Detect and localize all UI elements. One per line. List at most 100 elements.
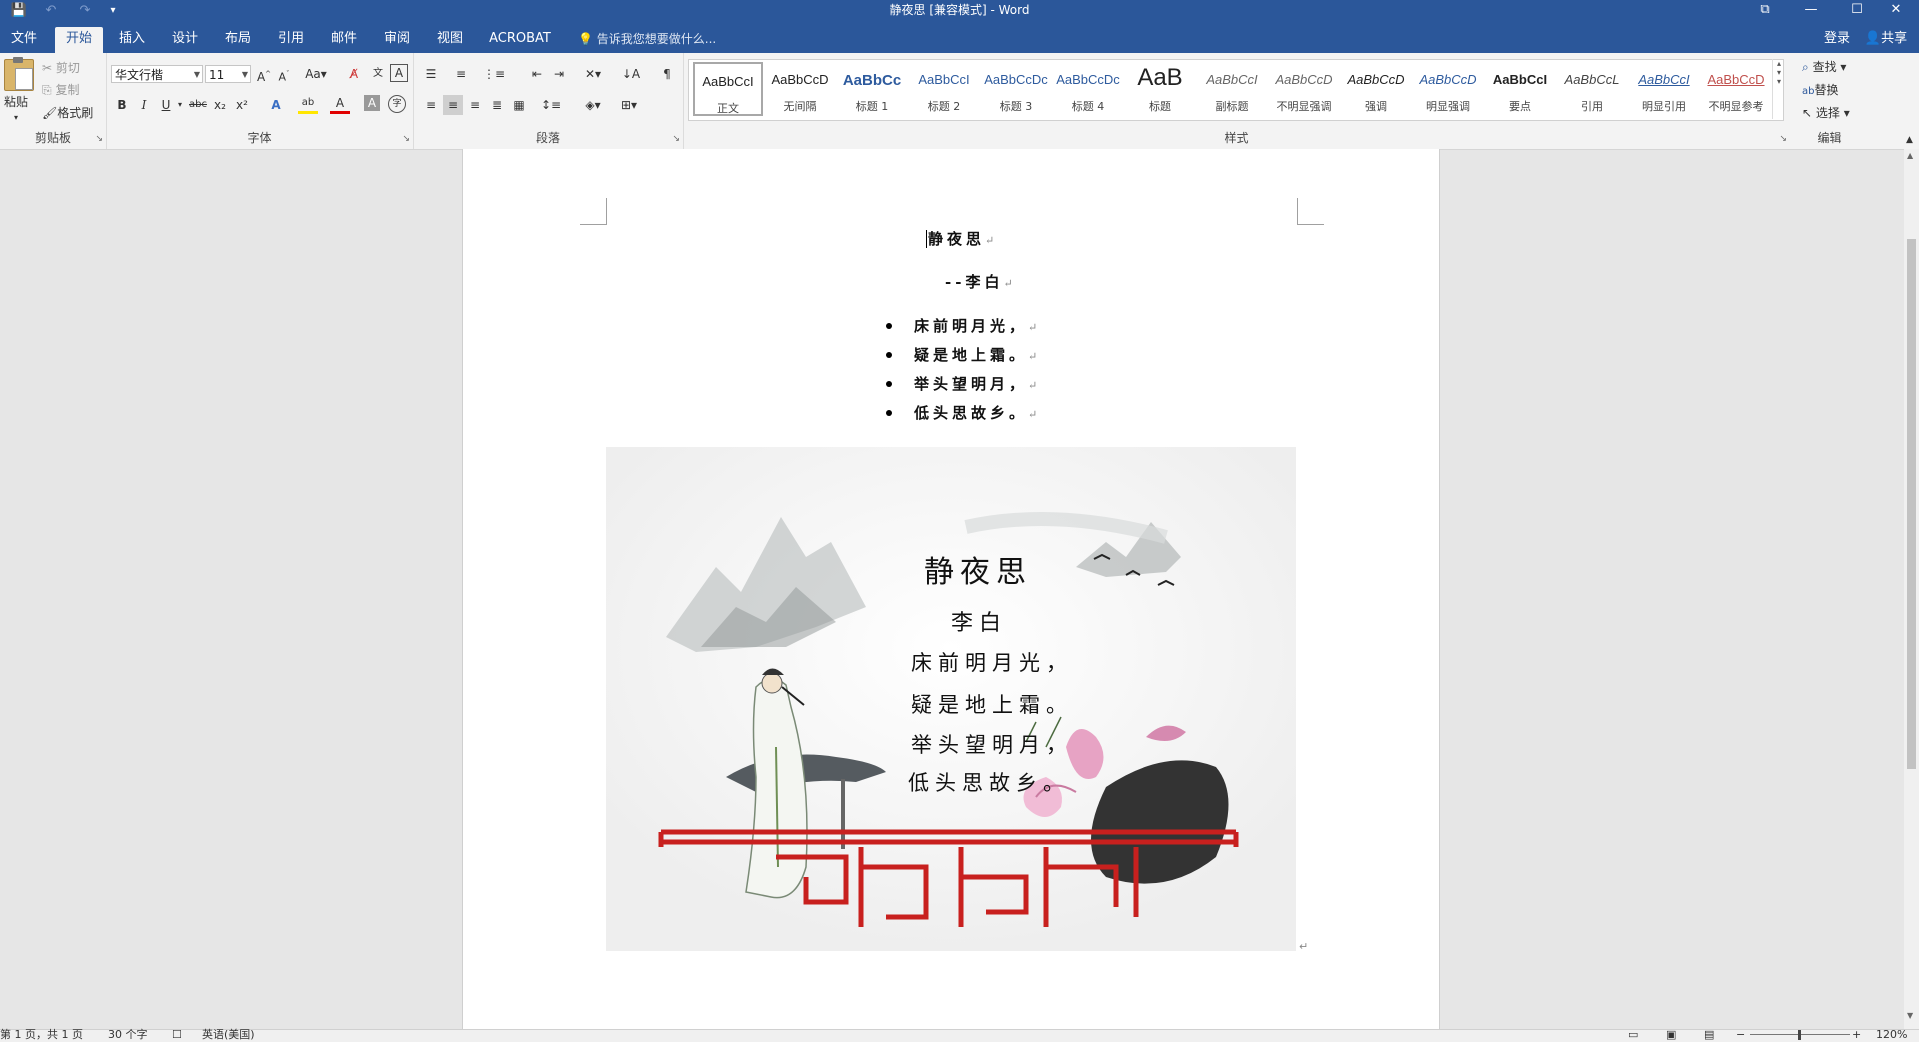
- italic-button[interactable]: I: [134, 95, 154, 115]
- shrink-font-button[interactable]: Aˇ: [274, 64, 294, 84]
- ribbon-display-icon[interactable]: ⧉: [1742, 0, 1788, 22]
- doc-author[interactable]: --李白↵: [945, 271, 1013, 292]
- tab-layout[interactable]: 布局: [218, 27, 258, 53]
- distributed-icon[interactable]: ▦: [509, 95, 529, 115]
- tab-mailings[interactable]: 邮件: [324, 27, 364, 53]
- style-item[interactable]: AaBbCcD 强调: [1341, 62, 1411, 116]
- style-item[interactable]: AaBbCcL 引用: [1557, 62, 1627, 116]
- bullets-icon[interactable]: ☰: [421, 64, 441, 84]
- tab-design[interactable]: 设计: [165, 27, 205, 53]
- font-name-combo[interactable]: 华文行楷 ▼: [111, 65, 203, 83]
- bold-button[interactable]: B: [112, 95, 132, 115]
- style-item[interactable]: AaBbCcD 无间隔: [765, 62, 835, 116]
- zoom-level[interactable]: 120%: [1876, 1028, 1907, 1042]
- tab-acrobat[interactable]: ACROBAT: [484, 27, 556, 53]
- style-item[interactable]: AaBbCc 标题 1: [837, 62, 907, 116]
- text-effects-button[interactable]: A: [266, 95, 286, 115]
- tab-review[interactable]: 审阅: [377, 27, 417, 53]
- multilevel-list-icon[interactable]: ⋮≡: [483, 64, 505, 84]
- proofing-icon[interactable]: ☐: [172, 1028, 182, 1042]
- subscript-button[interactable]: x₂: [210, 95, 230, 115]
- zoom-slider-thumb[interactable]: [1798, 1030, 1801, 1040]
- borders-icon[interactable]: ⊞▾: [619, 95, 639, 115]
- styles-launcher-icon[interactable]: ↘: [1779, 134, 1787, 144]
- select-button[interactable]: ↖ 选择 ▾: [1802, 104, 1850, 122]
- enclose-char-button[interactable]: 字: [388, 95, 406, 113]
- web-layout-icon[interactable]: ▤: [1704, 1028, 1714, 1042]
- sort-icon[interactable]: ↓A: [621, 64, 641, 84]
- style-item[interactable]: AaBbCcI 明显引用: [1629, 62, 1699, 116]
- scroll-thumb[interactable]: [1907, 239, 1916, 769]
- font-color-button[interactable]: A: [330, 95, 350, 114]
- tab-home[interactable]: 开始: [55, 27, 103, 53]
- align-center-icon[interactable]: ≡: [443, 95, 463, 115]
- tell-me-search[interactable]: 💡 告诉我您想要做什么...: [578, 27, 716, 51]
- style-item[interactable]: AaBbCcD 不明显强调: [1269, 62, 1339, 116]
- scroll-down-icon[interactable]: ▼: [1907, 1011, 1913, 1020]
- style-item[interactable]: AaBbCcD 明显强调: [1413, 62, 1483, 116]
- char-shading-button[interactable]: A: [364, 95, 380, 111]
- line-spacing-icon[interactable]: ↕≡: [541, 95, 561, 115]
- chinese-layout-icon[interactable]: ✕▾: [583, 64, 603, 84]
- zoom-in-button[interactable]: +: [1852, 1028, 1861, 1042]
- read-mode-icon[interactable]: ▭: [1628, 1028, 1638, 1042]
- tab-references[interactable]: 引用: [271, 27, 311, 53]
- page-count[interactable]: 第 1 页，共 1 页: [0, 1028, 83, 1042]
- decrease-indent-icon[interactable]: ⇤: [527, 64, 547, 84]
- chevron-down-icon[interactable]: ▾: [170, 95, 190, 115]
- collapse-ribbon-icon[interactable]: ▲: [1906, 131, 1913, 149]
- superscript-button[interactable]: x²: [232, 95, 252, 115]
- style-item[interactable]: AaBbCcD 不明显参考: [1701, 62, 1771, 116]
- poem-line-4[interactable]: 低头思故乡。↵: [914, 402, 1037, 423]
- style-item[interactable]: AaBbCcI 正文: [693, 62, 763, 116]
- doc-title[interactable]: 静夜思↵: [926, 228, 994, 249]
- font-size-combo[interactable]: 11 ▼: [205, 65, 251, 83]
- strikethrough-button[interactable]: abc: [188, 95, 208, 115]
- grow-font-button[interactable]: A^: [254, 64, 274, 84]
- poem-line-2[interactable]: 疑是地上霜。↵: [914, 344, 1037, 365]
- print-layout-icon[interactable]: ▣: [1666, 1028, 1676, 1042]
- vertical-scrollbar[interactable]: ▲ ▼: [1904, 149, 1919, 1029]
- style-item[interactable]: AaB 标题: [1125, 62, 1195, 116]
- char-border-icon[interactable]: A: [390, 64, 408, 82]
- gallery-scroll[interactable]: ▴ ▾ ▾: [1772, 59, 1785, 119]
- phonetic-guide-icon[interactable]: 文: [368, 64, 388, 84]
- minimize-button[interactable]: —: [1788, 0, 1834, 22]
- poem-illustration[interactable]: 静夜思 李白 床前明月光， 疑是地上霜。 举头望明月， 低头思故乡。: [606, 447, 1296, 951]
- replace-button[interactable]: ab替换: [1802, 81, 1839, 101]
- paste-icon[interactable]: [4, 57, 34, 91]
- document-page[interactable]: 静夜思↵ --李白↵ 床前明月光，↵ 疑是地上霜。↵ 举头望明月，↵ 低头思故乡…: [462, 149, 1440, 1029]
- scroll-up-icon[interactable]: ▲: [1907, 151, 1913, 160]
- cut-button[interactable]: ✂ 剪切: [42, 59, 80, 77]
- paste-dropdown-icon[interactable]: ▾: [14, 109, 18, 127]
- close-button[interactable]: ✕: [1873, 0, 1919, 22]
- highlight-button[interactable]: ab: [298, 95, 318, 114]
- tab-insert[interactable]: 插入: [112, 27, 152, 53]
- align-right-icon[interactable]: ≡: [465, 95, 485, 115]
- copy-button[interactable]: ⎘ 复制: [42, 81, 79, 99]
- login-link[interactable]: 登录: [1824, 27, 1850, 51]
- increase-indent-icon[interactable]: ⇥: [549, 64, 569, 84]
- change-case-button[interactable]: Aa▾: [302, 64, 330, 84]
- poem-line-3[interactable]: 举头望明月，↵: [914, 373, 1037, 394]
- justify-icon[interactable]: ≣: [487, 95, 507, 115]
- clear-format-icon[interactable]: A̸: [344, 64, 364, 84]
- font-launcher-icon[interactable]: ↘: [402, 134, 410, 144]
- align-left-icon[interactable]: ≡: [421, 95, 441, 115]
- share-button[interactable]: 👤共享: [1856, 27, 1916, 51]
- find-button[interactable]: ⌕ 查找 ▾: [1802, 58, 1846, 76]
- poem-line-1[interactable]: 床前明月光，↵: [914, 315, 1037, 336]
- paragraph-launcher-icon[interactable]: ↘: [672, 134, 680, 144]
- tab-file[interactable]: 文件: [6, 27, 42, 53]
- language-indicator[interactable]: 英语(美国): [202, 1028, 255, 1042]
- style-item[interactable]: AaBbCcI 副标题: [1197, 62, 1267, 116]
- shading-icon[interactable]: ◈▾: [583, 95, 603, 115]
- style-item[interactable]: AaBbCcI 标题 2: [909, 62, 979, 116]
- style-item[interactable]: AaBbCcDc 标题 4: [1053, 62, 1123, 116]
- show-marks-icon[interactable]: ¶: [657, 64, 677, 84]
- style-item[interactable]: AaBbCcDc 标题 3: [981, 62, 1051, 116]
- zoom-out-button[interactable]: −: [1736, 1028, 1745, 1042]
- tab-view[interactable]: 视图: [430, 27, 470, 53]
- numbering-icon[interactable]: ≡: [451, 64, 471, 84]
- word-count[interactable]: 30 个字: [108, 1028, 148, 1042]
